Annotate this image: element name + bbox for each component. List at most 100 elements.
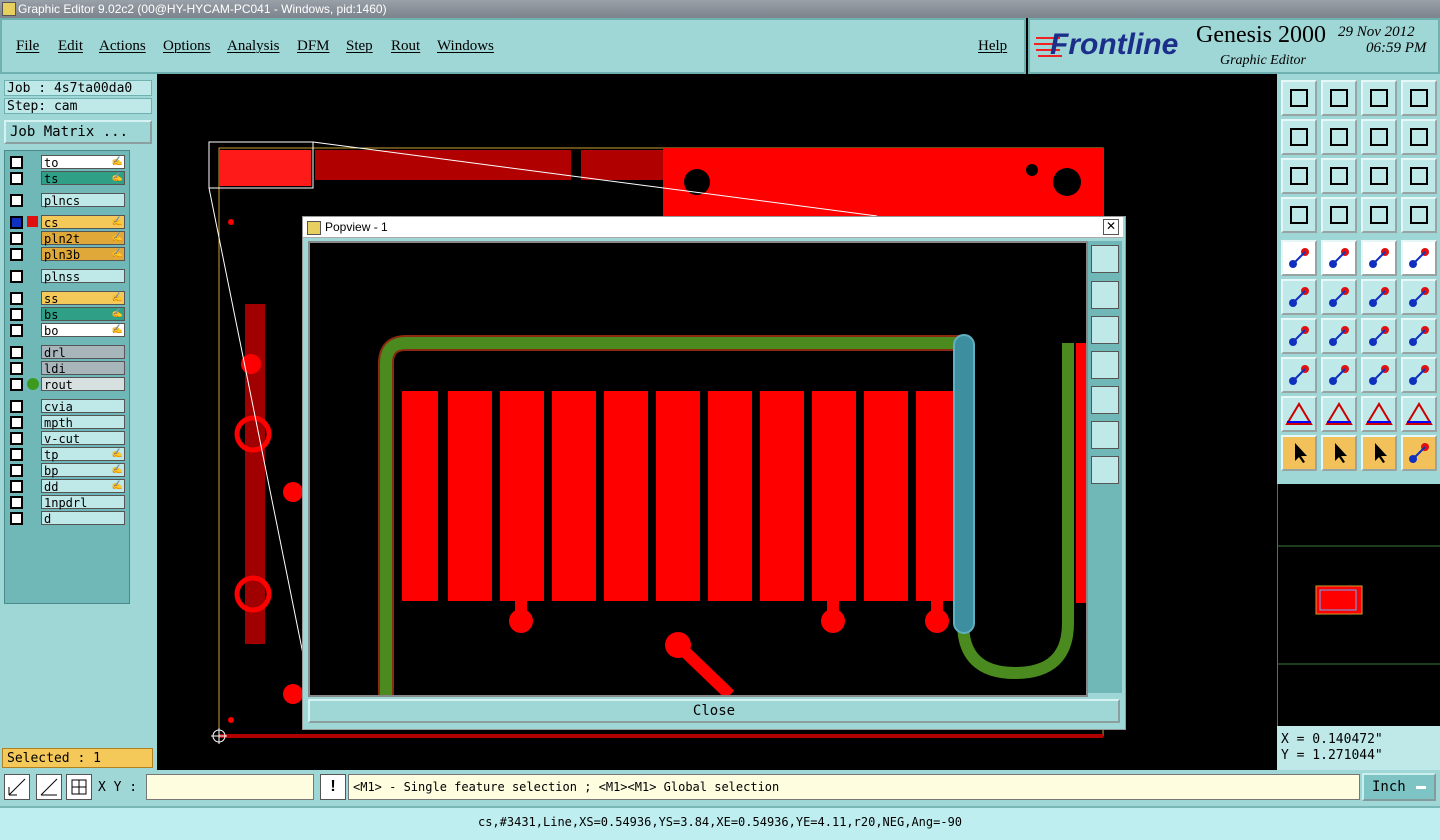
layer-row-plnss[interactable]: plnss <box>7 269 127 284</box>
layer-checkbox[interactable] <box>10 216 23 229</box>
layer-row-1npdrl[interactable]: 1npdrl <box>7 495 127 510</box>
zoom-extents-icon[interactable] <box>1281 158 1317 194</box>
menu-options[interactable]: Options <box>163 38 211 55</box>
layer-row-plncs[interactable]: plncs <box>7 193 127 208</box>
overview-map[interactable] <box>1277 484 1440 726</box>
layer-checkbox[interactable] <box>10 480 23 493</box>
line-add-icon[interactable] <box>1321 240 1357 276</box>
menu-rout[interactable]: Rout <box>391 38 420 55</box>
menu-help[interactable]: Help <box>978 38 1007 55</box>
popview-canvas[interactable] <box>308 241 1088 697</box>
layer-row-cvia[interactable]: cvia <box>7 399 127 414</box>
ruler-tool-icon[interactable] <box>1281 197 1317 233</box>
route-tool-icon[interactable] <box>1401 435 1437 471</box>
circles-icon[interactable] <box>1401 357 1437 393</box>
layer-checkbox[interactable] <box>10 194 23 207</box>
pad-move-icon[interactable] <box>1281 357 1317 393</box>
pad-dotted-icon[interactable] <box>1401 240 1437 276</box>
net-graph-icon[interactable] <box>1361 197 1397 233</box>
layer-checkbox[interactable] <box>10 448 23 461</box>
layer-row-rout[interactable]: rout <box>7 377 127 392</box>
mirror-icon[interactable] <box>1361 119 1397 155</box>
layer-row-ss[interactable]: ss ✍ <box>7 291 127 306</box>
layer-row-to[interactable]: to ✍ <box>7 155 127 170</box>
layer-row-cs[interactable]: cs ✍ <box>7 215 127 230</box>
pointer-icon[interactable] <box>1281 435 1317 471</box>
pad-select-icon[interactable] <box>1281 240 1317 276</box>
line-node-icon[interactable] <box>1361 279 1397 315</box>
pointer-box-icon[interactable] <box>1321 435 1357 471</box>
layer-row-ts[interactable]: ts ✍ <box>7 171 127 186</box>
menu-analysis[interactable]: Analysis <box>227 38 280 55</box>
split-tool-icon[interactable] <box>1401 318 1437 354</box>
home-down-icon[interactable] <box>1321 80 1357 116</box>
layer-row-tp[interactable]: tp ✍ <box>7 447 127 462</box>
layer-checkbox[interactable] <box>10 308 23 321</box>
popview-close-button[interactable]: Close <box>308 699 1120 723</box>
layer-checkbox[interactable] <box>10 172 23 185</box>
layer-checkbox[interactable] <box>10 464 23 477</box>
menu-dfm[interactable]: DFM <box>297 38 330 55</box>
layer-row-bo[interactable]: bo ✍ <box>7 323 127 338</box>
layer-row-drl[interactable]: drl <box>7 345 127 360</box>
popview-zoom-fit-icon[interactable] <box>1091 245 1119 273</box>
net-connect-icon[interactable] <box>1281 279 1317 315</box>
delete-cross-icon[interactable] <box>1321 279 1357 315</box>
layer-checkbox[interactable] <box>10 378 23 391</box>
measure-icon[interactable] <box>4 774 30 800</box>
diagonal-line-icon[interactable] <box>1321 318 1357 354</box>
triangle-wide-icon[interactable] <box>1401 396 1437 432</box>
line-node-alt-icon[interactable] <box>1401 279 1437 315</box>
layer-row-pln2t[interactable]: pln2t ✍ <box>7 231 127 246</box>
layer-row-mpth[interactable]: mpth <box>7 415 127 430</box>
measure-ruler-icon[interactable] <box>1361 240 1397 276</box>
popview-pan-left-icon[interactable] <box>1091 351 1119 379</box>
layer-row-bp[interactable]: bp ✍ <box>7 463 127 478</box>
popview-pan-right-icon[interactable] <box>1091 386 1119 414</box>
layer-row-pln3b[interactable]: pln3b ✍ <box>7 247 127 262</box>
net-graph-red-icon[interactable] <box>1401 197 1437 233</box>
layer-checkbox[interactable] <box>10 362 23 375</box>
zoom-fit-icon[interactable] <box>1321 158 1357 194</box>
angle-measure-icon[interactable] <box>36 774 62 800</box>
pan-left-icon[interactable] <box>1281 119 1317 155</box>
snake-route-icon[interactable] <box>1401 119 1437 155</box>
layer-checkbox[interactable] <box>10 416 23 429</box>
unit-selector[interactable]: Inch <box>1362 773 1436 801</box>
popview-zoom-out-icon[interactable] <box>1091 421 1119 449</box>
home-icon[interactable] <box>1361 80 1397 116</box>
grid-tool-icon[interactable] <box>1321 197 1357 233</box>
layer-checkbox[interactable] <box>10 346 23 359</box>
pan-right-icon[interactable] <box>1321 119 1357 155</box>
warning-button[interactable]: ! <box>320 774 346 800</box>
menu-step[interactable]: Step <box>346 38 373 55</box>
menu-windows[interactable]: Windows <box>437 38 494 55</box>
menu-file[interactable]: File <box>16 38 39 55</box>
layer-checkbox[interactable] <box>10 232 23 245</box>
layer-row-d[interactable]: d <box>7 511 127 526</box>
layer-row-dd[interactable]: dd ✍ <box>7 479 127 494</box>
line-break-icon[interactable] <box>1321 357 1357 393</box>
layer-row-bs[interactable]: bs ✍ <box>7 307 127 322</box>
grid-snap-icon[interactable] <box>66 774 92 800</box>
pointer-outline-icon[interactable] <box>1361 435 1397 471</box>
xy-input[interactable] <box>146 774 314 800</box>
layer-checkbox[interactable] <box>10 156 23 169</box>
home-up-icon[interactable] <box>1281 80 1317 116</box>
popview-pan-down-icon[interactable] <box>1091 316 1119 344</box>
layer-row-ldi[interactable]: ldi <box>7 361 127 376</box>
layer-checkbox[interactable] <box>10 324 23 337</box>
scale-1-2-icon[interactable] <box>1361 158 1397 194</box>
split-view-icon[interactable] <box>1401 80 1437 116</box>
angle-tool-icon[interactable] <box>1281 318 1317 354</box>
popview-zoom-in-icon[interactable] <box>1091 456 1119 484</box>
layer-checkbox[interactable] <box>10 248 23 261</box>
triangle-box-icon[interactable] <box>1361 396 1397 432</box>
popview-close-icon[interactable]: ✕ <box>1103 219 1119 235</box>
popview-pan-up-icon[interactable] <box>1091 281 1119 309</box>
layer-checkbox[interactable] <box>10 270 23 283</box>
layer-row-v-cut[interactable]: v-cut <box>7 431 127 446</box>
layer-checkbox[interactable] <box>10 512 23 525</box>
menu-actions[interactable]: Actions <box>99 38 146 55</box>
job-matrix-button[interactable]: Job Matrix ... <box>4 120 152 144</box>
